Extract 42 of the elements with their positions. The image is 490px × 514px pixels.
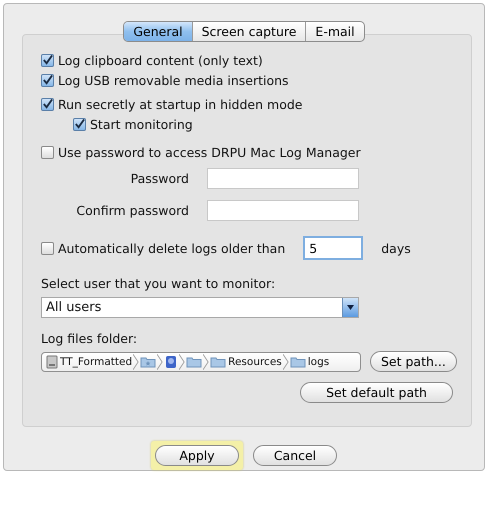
star-folder-icon bbox=[140, 356, 156, 368]
unit-label: days bbox=[381, 240, 411, 256]
set-path-button[interactable]: Set path... bbox=[370, 351, 457, 372]
checkbox[interactable] bbox=[73, 118, 86, 130]
dropdown-arrow-icon bbox=[347, 305, 354, 310]
folder-icon bbox=[290, 356, 306, 368]
days-field[interactable]: 5 bbox=[303, 236, 364, 260]
apply-button[interactable]: Apply bbox=[155, 445, 239, 466]
folder-icon bbox=[210, 356, 226, 368]
tab[interactable]: Screen capture bbox=[192, 22, 306, 41]
checkbox-label: Use password to access DRPU Mac Log Manager bbox=[58, 144, 361, 160]
chevron-icon bbox=[179, 352, 186, 370]
field-label: Confirm password bbox=[75, 202, 190, 218]
checkbox[interactable] bbox=[41, 54, 54, 66]
checkbox[interactable] bbox=[41, 98, 54, 110]
select-label: Select user that you want to monitor: bbox=[41, 276, 276, 291]
checkbox-label: Log clipboard content (only text) bbox=[58, 52, 263, 68]
checkbox[interactable] bbox=[41, 74, 54, 86]
password-field[interactable] bbox=[207, 200, 359, 220]
field-label: Password bbox=[130, 170, 190, 186]
folder-label: Log files folder: bbox=[41, 331, 138, 346]
checkbox[interactable] bbox=[41, 146, 54, 158]
checkbox-label: Automatically delete logs older than bbox=[58, 240, 286, 256]
chevron-icon bbox=[282, 352, 289, 370]
folder-icon bbox=[186, 356, 202, 368]
user-dropdown[interactable]: All users bbox=[41, 297, 359, 318]
tab[interactable]: General bbox=[124, 22, 192, 41]
checkbox[interactable] bbox=[41, 242, 54, 254]
chevron-icon bbox=[133, 352, 140, 370]
path-segment-label: Resources bbox=[228, 356, 282, 368]
checkbox-label: Start monitoring bbox=[90, 116, 193, 132]
password-field[interactable] bbox=[207, 168, 359, 188]
checkbox-label: Log USB removable media insertions bbox=[58, 72, 289, 88]
cancel-button[interactable]: Cancel bbox=[253, 445, 337, 466]
path-control[interactable]: TT_Formatted Resources logs bbox=[41, 352, 361, 372]
checkbox-label: Run secretly at startup in hidden mode bbox=[58, 96, 302, 112]
path-segment-label: TT_Formatted bbox=[60, 356, 132, 368]
path-segment-label: logs bbox=[308, 356, 330, 368]
set-default-path-button[interactable]: Set default path bbox=[300, 382, 453, 403]
chevron-icon bbox=[203, 352, 210, 370]
app-icon bbox=[164, 354, 178, 368]
chevron-icon bbox=[157, 352, 164, 370]
